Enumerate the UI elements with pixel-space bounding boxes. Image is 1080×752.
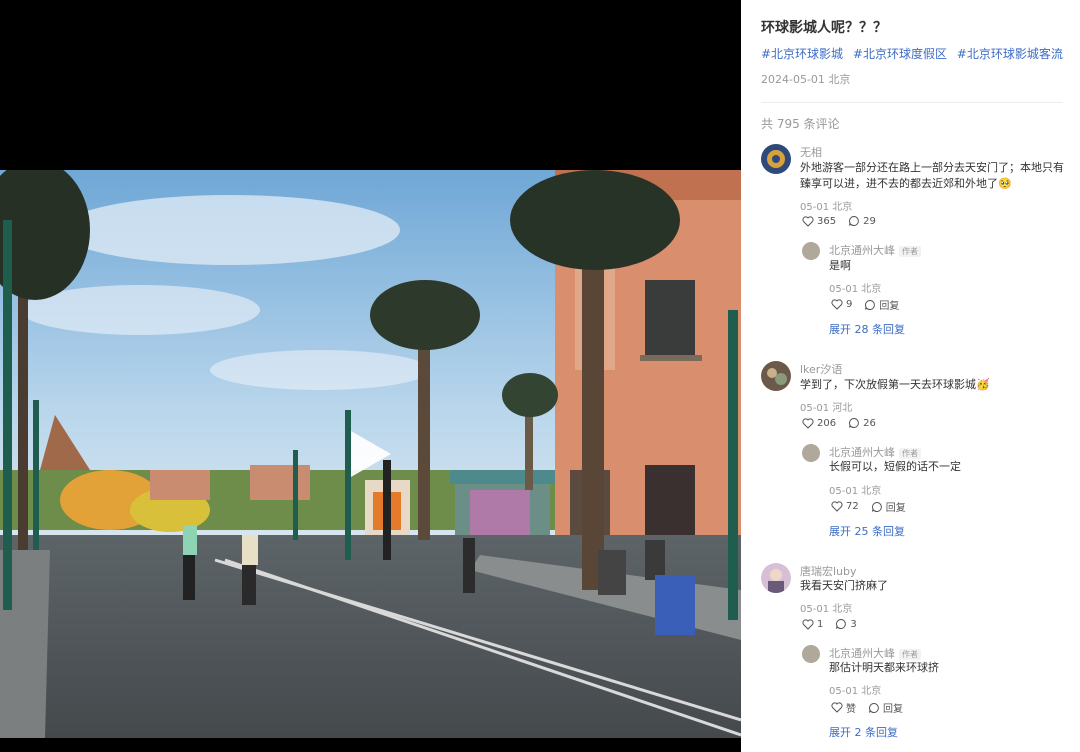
reply-actions: 赞 回复 — [831, 700, 903, 715]
reply-button[interactable]: 回复 — [871, 499, 906, 514]
reply-actions: 9 回复 — [831, 297, 899, 312]
heart-icon — [831, 702, 843, 713]
tag-link[interactable]: #北京环球影城 — [761, 47, 843, 61]
reply-actions: 72 回复 — [831, 499, 906, 514]
comment-meta: 05-01 北京 — [800, 604, 853, 615]
reply-button[interactable]: 回复 — [864, 297, 899, 312]
expand-replies-link[interactable]: 展开 25 条回复 — [829, 523, 905, 539]
comment-bubble-icon — [849, 215, 859, 226]
reply-meta: 05-01 北京 — [829, 284, 882, 295]
heart-icon — [831, 299, 843, 310]
reply-text: 那估计明天都来环球挤 — [829, 661, 939, 674]
like-count: 72 — [846, 501, 859, 512]
like-button[interactable]: 赞 — [831, 700, 856, 715]
comment-text-line: 学到了，下次放假第一天去环球影城🥳 — [800, 378, 990, 391]
reply-text: 长假可以，短假的话不一定 — [829, 460, 961, 473]
like-button[interactable]: 206 — [802, 418, 836, 429]
like-button[interactable]: 9 — [831, 299, 852, 310]
post-tags: #北京环球影城 #北京环球度假区 #北京环球影城客流 — [761, 45, 1069, 62]
reply-count-button[interactable]: 26 — [848, 417, 876, 429]
divider — [761, 102, 1063, 103]
avatar[interactable] — [761, 361, 791, 391]
reply-username[interactable]: 北京通州大峰 作者 — [829, 444, 921, 460]
reply-username[interactable]: 北京通州大峰 作者 — [829, 242, 921, 258]
like-count: 9 — [846, 299, 853, 310]
comment-text-line: 外地游客一部分还在路上一部分去天安门了；本地只有 — [800, 161, 1064, 174]
tag-link[interactable]: #北京环球影城客流 — [957, 47, 1063, 61]
comment-username[interactable]: 唐瑞宏luby — [800, 563, 857, 579]
comment-text-line: 我看天安门挤麻了 — [800, 579, 888, 592]
heart-icon — [802, 215, 814, 227]
comment-actions: 365 29 — [802, 215, 876, 227]
post-title: 环球影城人呢？？？ — [761, 20, 887, 36]
play-button[interactable] — [343, 428, 395, 480]
heart-icon — [802, 417, 814, 429]
like-count: 206 — [817, 417, 837, 429]
avatar[interactable] — [761, 563, 791, 593]
avatar[interactable] — [802, 242, 820, 260]
reply-button[interactable]: 回复 — [868, 700, 903, 715]
comment-meta: 05-01 北京 — [800, 202, 853, 213]
reply-label: 回复 — [885, 503, 906, 514]
reply-count-button[interactable]: 3 — [835, 618, 857, 630]
reply-count: 29 — [863, 215, 876, 227]
play-icon — [351, 431, 391, 477]
reply-username[interactable]: 北京通州大峰 作者 — [829, 645, 921, 661]
reply-label: 回复 — [879, 301, 900, 312]
author-badge: 作者 — [899, 245, 921, 257]
post-meta: 2024-05-01 北京 — [761, 73, 851, 86]
like-button[interactable]: 72 — [831, 501, 859, 512]
comment-bubble-icon — [871, 501, 882, 512]
reply-count-button[interactable]: 29 — [848, 215, 876, 227]
author-badge: 作者 — [899, 447, 921, 459]
expand-replies-link[interactable]: 展开 2 条回复 — [829, 724, 898, 740]
avatar[interactable] — [761, 144, 791, 174]
reply-meta: 05-01 北京 — [829, 486, 882, 497]
heart-icon — [802, 618, 814, 630]
tag-link[interactable]: #北京环球度假区 — [853, 47, 947, 61]
comment-bubble-icon — [836, 618, 847, 629]
reply-label: 回复 — [883, 704, 903, 715]
like-button[interactable]: 365 — [802, 216, 836, 227]
comment-username[interactable]: 无相 — [800, 144, 822, 160]
comment-bubble-icon — [865, 299, 876, 310]
avatar[interactable] — [802, 444, 820, 462]
like-count: 1 — [817, 618, 824, 630]
author-badge: 作者 — [899, 648, 921, 660]
like-count: 365 — [817, 215, 837, 227]
avatar[interactable] — [802, 645, 820, 663]
comment-meta: 05-01 河北 — [800, 403, 853, 414]
like-button[interactable]: 1 — [802, 619, 823, 630]
reply-meta: 05-01 北京 — [829, 686, 882, 697]
comment-username[interactable]: lker汐语 — [800, 361, 842, 377]
comment-bubble-icon — [849, 417, 859, 428]
reply-count: 3 — [850, 618, 857, 630]
expand-replies-link[interactable]: 展开 28 条回复 — [829, 321, 905, 337]
like-label: 赞 — [846, 704, 856, 715]
comment-actions: 1 3 — [802, 618, 857, 630]
comments-count: 共 795 条评论 — [761, 117, 840, 131]
comment-actions: 206 26 — [802, 417, 876, 429]
reply-count: 26 — [863, 417, 876, 429]
heart-icon — [831, 501, 843, 512]
reply-text: 是啊 — [829, 259, 851, 272]
comment-bubble-icon — [869, 702, 879, 713]
comment-text-line: 臻享可以进，进不去的都去近郊和外地了🥺 — [800, 177, 1012, 190]
video-player[interactable] — [0, 0, 741, 752]
post-sidebar: 环球影城人呢？？？ #北京环球影城 #北京环球度假区 #北京环球影城客流 202… — [741, 0, 1080, 752]
